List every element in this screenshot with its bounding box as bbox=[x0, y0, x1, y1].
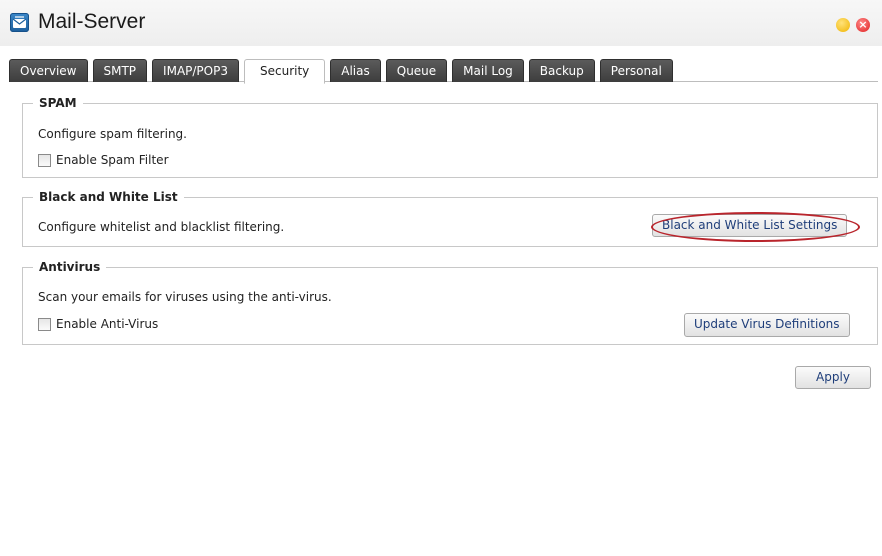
tab-smtp[interactable]: SMTP bbox=[92, 59, 148, 82]
spam-legend: SPAM bbox=[33, 96, 83, 111]
close-icon[interactable]: × bbox=[856, 18, 870, 32]
apply-button[interactable]: Apply bbox=[795, 366, 871, 389]
antivirus-checkbox[interactable] bbox=[38, 317, 51, 331]
antivirus-description: Scan your emails for viruses using the a… bbox=[38, 290, 332, 304]
antivirus-label: Enable Anti-Virus bbox=[56, 317, 159, 331]
tab-alias[interactable]: Alias bbox=[330, 59, 381, 82]
tab-security[interactable]: Security bbox=[243, 59, 326, 84]
spam-section: SPAM Configure spam filtering. Enable Sp… bbox=[22, 96, 878, 178]
tab-personal[interactable]: Personal bbox=[599, 59, 673, 82]
tab-mail-log[interactable]: Mail Log bbox=[452, 59, 524, 82]
tab-backup[interactable]: Backup bbox=[528, 59, 595, 82]
black-white-list-description: Configure whitelist and blacklist filter… bbox=[38, 220, 285, 234]
spam-description: Configure spam filtering. bbox=[38, 127, 187, 141]
update-virus-definitions-button[interactable]: Update Virus Definitions bbox=[684, 313, 850, 337]
spam-filter-label: Enable Spam Filter bbox=[56, 153, 169, 167]
window-titlebar: Mail-Server × bbox=[0, 0, 882, 46]
minimize-icon[interactable] bbox=[836, 18, 850, 32]
mail-server-icon bbox=[10, 13, 29, 32]
spam-filter-checkbox-row[interactable]: Enable Spam Filter bbox=[38, 153, 169, 167]
antivirus-checkbox-row[interactable]: Enable Anti-Virus bbox=[38, 317, 158, 331]
spam-filter-checkbox[interactable] bbox=[38, 153, 51, 167]
window-title: Mail-Server bbox=[38, 10, 146, 33]
tab-bar: Overview SMTP IMAP/POP3 Security Alias Q… bbox=[9, 59, 673, 84]
antivirus-legend: Antivirus bbox=[33, 260, 107, 275]
tab-queue[interactable]: Queue bbox=[385, 59, 448, 82]
black-white-list-settings-button[interactable]: Black and White List Settings bbox=[652, 214, 848, 237]
tab-overview[interactable]: Overview bbox=[9, 59, 88, 82]
black-white-list-legend: Black and White List bbox=[33, 190, 184, 205]
tab-imap-pop3[interactable]: IMAP/POP3 bbox=[152, 59, 239, 82]
